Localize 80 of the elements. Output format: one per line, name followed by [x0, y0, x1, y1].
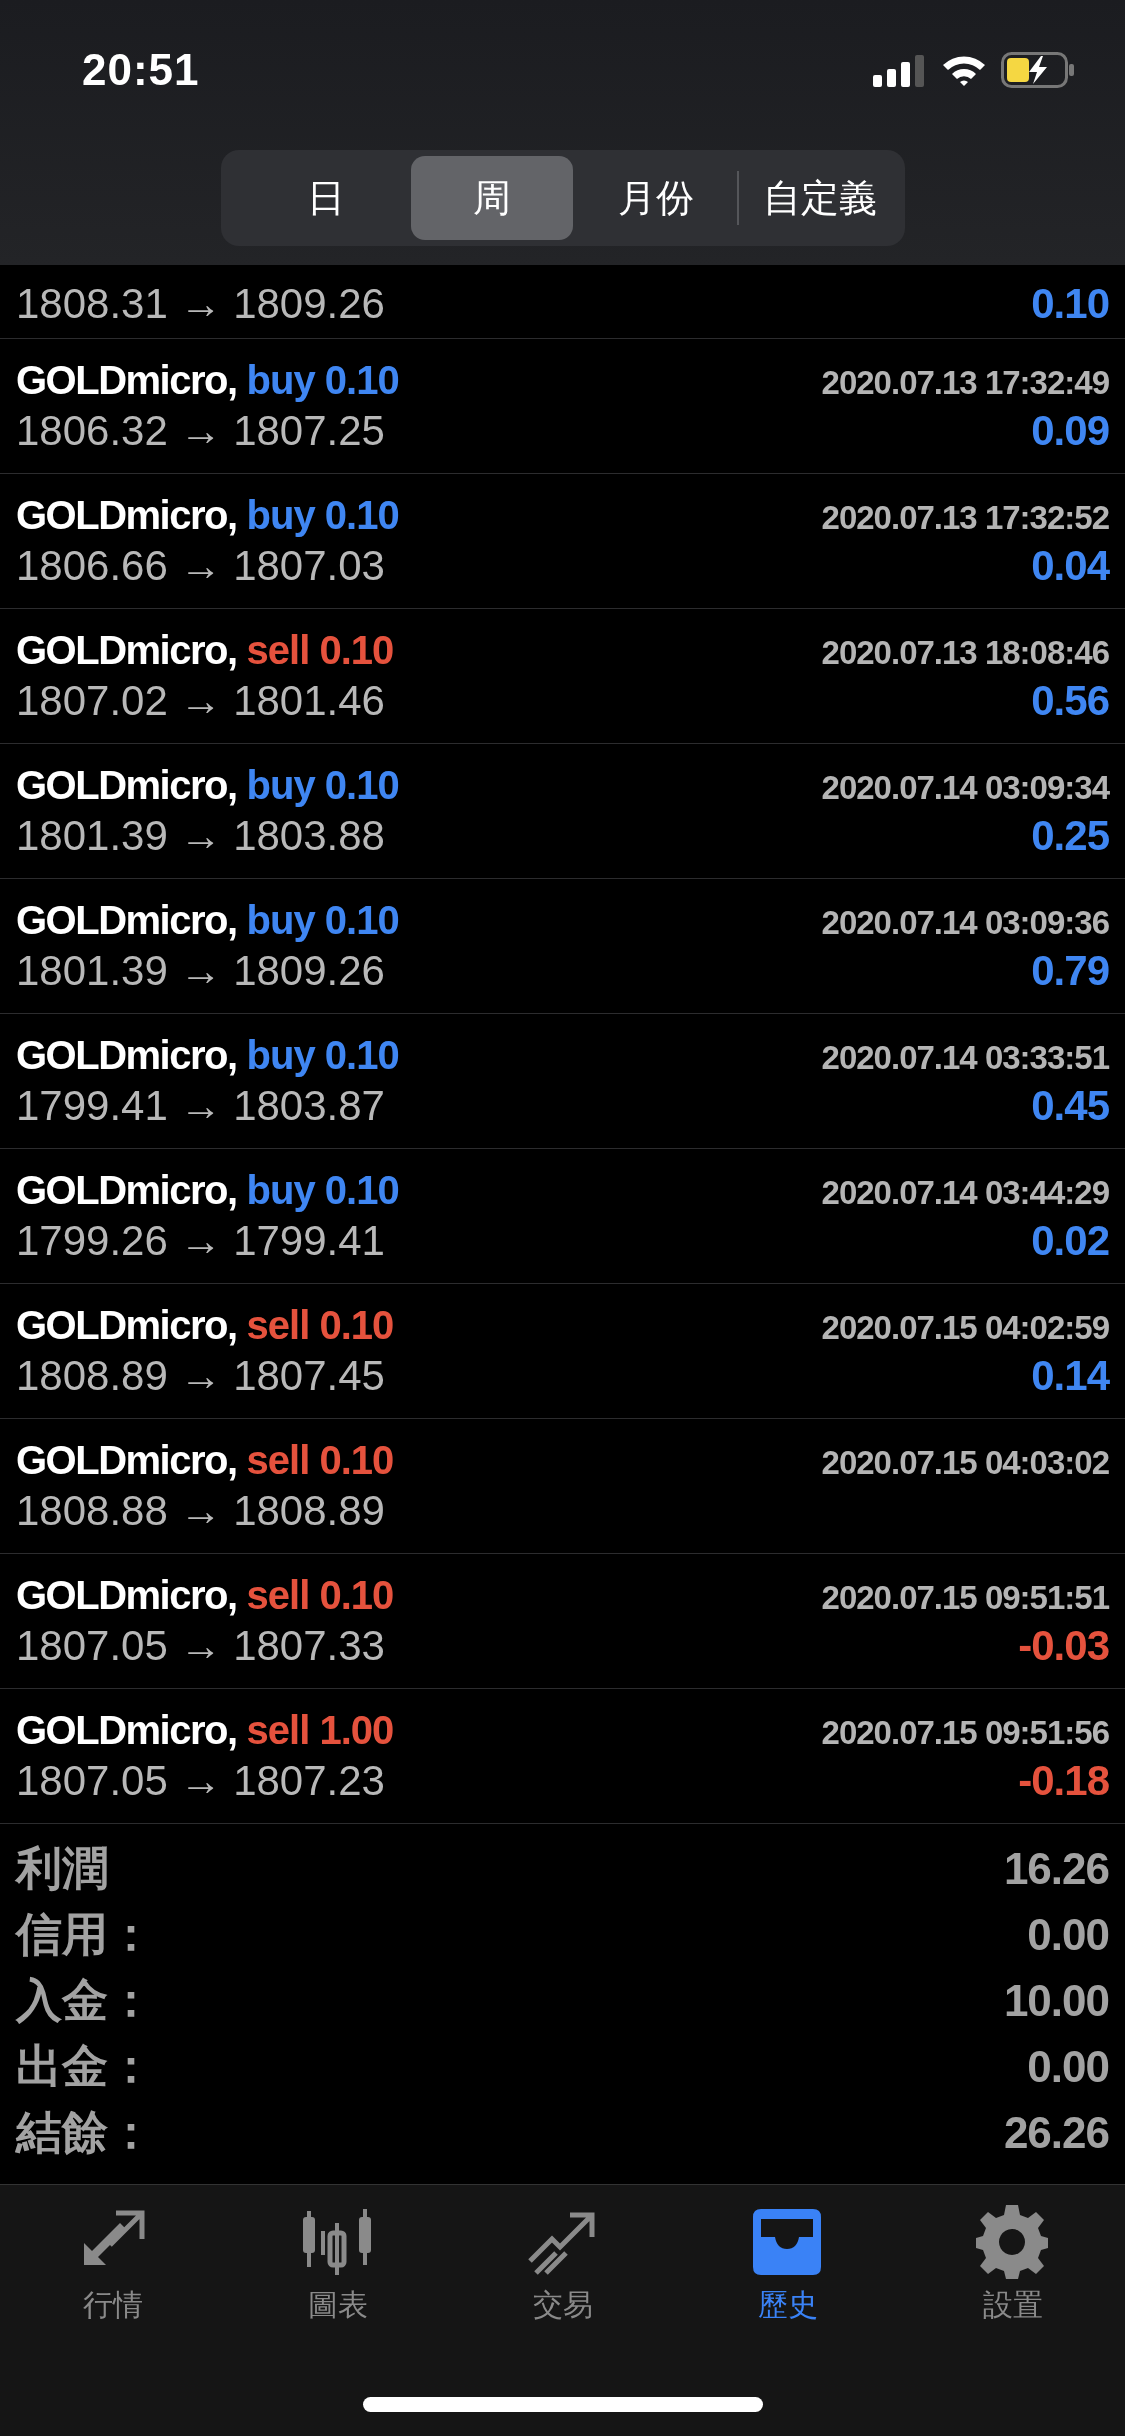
trade-time: 2020.07.13 17:32:52 — [821, 498, 1109, 537]
summary-value: 26.26 — [1003, 2108, 1109, 2158]
price-range: 1801.39 → 1809.26 — [16, 946, 385, 995]
trade-side: sell 0.10 — [246, 627, 394, 673]
trade-side: buy 0.10 — [246, 492, 399, 538]
period-tab[interactable]: 日 — [244, 156, 407, 240]
symbol-name: GOLDmicro, — [16, 1167, 237, 1213]
profit-value: 0.79 — [1031, 946, 1109, 995]
trade-time: 2020.07.14 03:33:51 — [821, 1038, 1109, 1077]
trade-side: buy 0.10 — [246, 762, 399, 808]
battery-icon — [1001, 52, 1075, 88]
price-range: 1808.89 → 1807.45 — [16, 1351, 385, 1400]
profit-value: 0.02 — [1031, 1216, 1109, 1265]
period-tab[interactable]: 周 — [410, 156, 573, 240]
price-range: 1807.02 → 1801.46 — [16, 676, 385, 725]
trade-side: buy 0.10 — [246, 897, 399, 943]
trade-side: sell 0.10 — [246, 1437, 394, 1483]
signal-icon — [873, 53, 927, 87]
symbol-name: GOLDmicro, — [16, 1302, 237, 1348]
summary-value: 0.00 — [1027, 1910, 1109, 1960]
trade-time: 2020.07.15 09:51:51 — [821, 1578, 1109, 1617]
profit-value: 0.45 — [1031, 1081, 1109, 1130]
summary-value: 10.00 — [1003, 1976, 1109, 2026]
price-range: 1808.88 → 1808.89 — [16, 1486, 385, 1535]
summary-label: 利潤 — [16, 1841, 108, 1896]
price-range: 1808.31 → 1809.26 — [16, 280, 385, 328]
trade-side: sell 1.00 — [246, 1707, 394, 1753]
profit-value: 0.10 — [1031, 280, 1109, 328]
price-range: 1799.41 → 1803.87 — [16, 1081, 385, 1130]
profit-value: 0.25 — [1031, 811, 1109, 860]
price-range: 1801.39 → 1803.88 — [16, 811, 385, 860]
tab-bar-item[interactable]: 行情 — [0, 2203, 225, 2326]
summary-value: 0.00 — [1027, 2042, 1109, 2092]
trade-side: sell 0.10 — [246, 1572, 394, 1618]
tab-bar-item[interactable]: 交易 — [450, 2203, 675, 2326]
trade-time: 2020.07.13 17:32:49 — [821, 363, 1109, 402]
price-range: 1807.05 → 1807.23 — [16, 1756, 385, 1805]
trade-side: buy 0.10 — [246, 1167, 399, 1213]
summary-label: 入金： — [16, 1973, 154, 2028]
symbol-name: GOLDmicro, — [16, 492, 237, 538]
tab-bar-item[interactable]: 歷史 — [675, 2203, 900, 2326]
clock: 20:51 — [82, 45, 200, 95]
price-range: 1806.66 → 1807.03 — [16, 541, 385, 590]
trade-time: 2020.07.15 04:02:59 — [821, 1308, 1109, 1347]
period-tab[interactable]: 月份 — [574, 156, 737, 240]
symbol-name: GOLDmicro, — [16, 1437, 237, 1483]
summary-label: 結餘： — [16, 2105, 154, 2160]
symbol-name: GOLDmicro, — [16, 762, 237, 808]
symbol-name: GOLDmicro, — [16, 357, 237, 403]
symbol-name: GOLDmicro, — [16, 1707, 237, 1753]
trade-time: 2020.07.14 03:09:34 — [821, 768, 1109, 807]
tab-bar-item[interactable]: 設置 — [900, 2203, 1125, 2326]
symbol-name: GOLDmicro, — [16, 897, 237, 943]
profit-value: 0.04 — [1031, 541, 1109, 590]
trade-time: 2020.07.13 18:08:46 — [821, 633, 1109, 672]
wifi-icon — [941, 53, 987, 87]
trade-time: 2020.07.15 04:03:02 — [821, 1443, 1109, 1482]
trade-side: buy 0.10 — [246, 1032, 399, 1078]
profit-value: 0.09 — [1031, 406, 1109, 455]
symbol-name: GOLDmicro, — [16, 1572, 237, 1618]
symbol-name: GOLDmicro, — [16, 1032, 237, 1078]
summary-label: 信用： — [16, 1907, 154, 1962]
summary-value: 16.26 — [1003, 1844, 1109, 1894]
trade-time: 2020.07.15 09:51:56 — [821, 1713, 1109, 1752]
profit-value: 0.14 — [1031, 1351, 1109, 1400]
price-range: 1799.26 → 1799.41 — [16, 1216, 385, 1265]
gear-icon — [975, 2203, 1050, 2281]
trade-side: buy 0.10 — [246, 357, 399, 403]
trade-time: 2020.07.14 03:44:29 — [821, 1173, 1109, 1212]
price-range: 1807.05 → 1807.33 — [16, 1621, 385, 1670]
tab-bar-item[interactable]: 圖表 — [225, 2203, 450, 2326]
price-range: 1806.32 → 1807.25 — [16, 406, 385, 455]
profit-value: -0.03 — [1018, 1621, 1109, 1670]
profit-value: -0.18 — [1018, 1756, 1109, 1805]
trade-time: 2020.07.14 03:09:36 — [821, 903, 1109, 942]
symbol-name: GOLDmicro, — [16, 627, 237, 673]
profit-value: 0.56 — [1031, 676, 1109, 725]
period-tab[interactable]: 自定義 — [738, 156, 901, 240]
summary-label: 出金： — [16, 2039, 154, 2094]
trade-side: sell 0.10 — [246, 1302, 394, 1348]
